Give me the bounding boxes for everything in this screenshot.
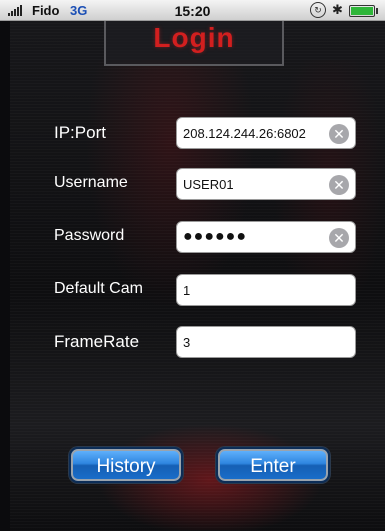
username-row: Username ✕ [54,168,364,202]
frame-rate-field[interactable] [176,326,356,358]
ip-port-input[interactable] [183,118,323,148]
frame-rate-input[interactable] [183,327,323,357]
clear-icon[interactable]: ✕ [329,175,349,195]
frame-rate-label: FrameRate [54,332,140,351]
default-cam-row: Default Cam [54,274,364,308]
username-label: Username [54,174,128,191]
rotation-lock-icon: ↻ [310,2,326,18]
battery-icon [349,5,378,17]
status-bar: Fido 3G 15:20 ↻ ✱ [0,0,385,21]
frame-rate-row: FrameRate [54,326,364,360]
username-field[interactable]: ✕ [176,168,356,200]
password-input[interactable] [183,222,323,252]
page-title: Login [153,22,235,53]
status-time: 15:20 [174,3,211,19]
default-cam-input[interactable] [183,275,323,305]
password-row: Password ✕ [54,221,364,255]
clear-icon[interactable]: ✕ [329,124,349,144]
clear-icon[interactable]: ✕ [329,228,349,248]
enter-button[interactable]: Enter [216,447,330,483]
ip-port-field[interactable]: ✕ [176,117,356,149]
bluetooth-icon: ✱ [332,2,343,17]
default-cam-label: Default Cam [54,280,143,297]
password-field[interactable]: ✕ [176,221,356,253]
ip-port-row: IP:Port ✕ [54,117,364,151]
password-label: Password [54,227,125,244]
default-cam-field[interactable] [176,274,356,306]
ip-port-label: IP:Port [54,123,106,142]
history-button[interactable]: History [69,447,183,483]
username-input[interactable] [183,169,323,199]
